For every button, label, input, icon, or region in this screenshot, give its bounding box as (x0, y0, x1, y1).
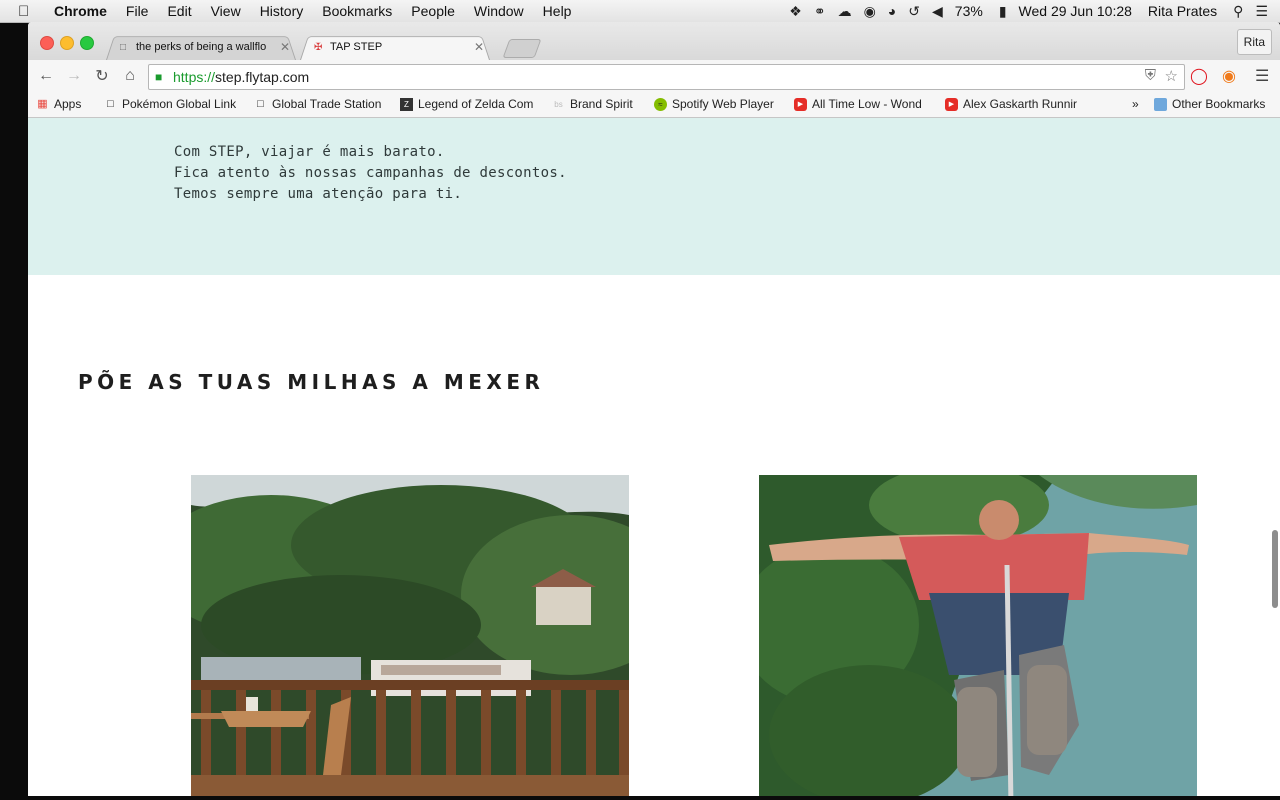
volume-icon[interactable]: ◀ (932, 3, 943, 20)
bookmark-other-bookmarks[interactable]: Other Bookmarks (1154, 97, 1278, 111)
spinner-icon[interactable]: ◕ (888, 3, 896, 19)
menu-clock[interactable]: Wed 29 Jun 10:28 (1019, 3, 1132, 19)
bookmark-spotify-web-player[interactable]: ≈ Spotify Web Player (654, 97, 784, 111)
page-scrollbar[interactable] (1272, 530, 1278, 608)
new-tab-button[interactable] (502, 39, 542, 58)
menu-file[interactable]: File (126, 3, 149, 19)
notification-center-icon[interactable]: ☰ (1255, 3, 1268, 20)
menu-edit[interactable]: Edit (167, 3, 191, 19)
spotlight-search-icon[interactable]: ⚲ (1233, 3, 1243, 20)
menu-app-name[interactable]: Chrome (54, 3, 107, 19)
tab-title: TAP STEP (330, 41, 383, 53)
eye-icon[interactable]: ◉ (864, 3, 876, 20)
fire-extension-icon[interactable]: ◉ (1222, 66, 1236, 86)
tab-title: the perks of being a wallflo (136, 41, 267, 53)
bookmark-brand-spirit[interactable]: bs Brand Spirit (552, 97, 644, 111)
menu-window[interactable]: Window (474, 3, 524, 19)
apple-menu-icon[interactable]:  (18, 3, 40, 20)
tab-close-icon[interactable]: ✕ (474, 40, 484, 54)
browser-toolbar: ← → ↻ ⌂ ■ https:// step.flytap.com ⛨ ☆ ◯… (28, 60, 1280, 92)
menu-user[interactable]: Rita Prates (1148, 3, 1217, 19)
battery-icon[interactable]: ▮ (999, 3, 1007, 20)
page-icon: □ (120, 41, 127, 53)
page-icon: □ (257, 97, 264, 110)
zoom-window-button[interactable] (80, 36, 94, 50)
promo-line: Com STEP, viajar é mais barato. (174, 144, 445, 160)
tab-wallflower[interactable]: □ the perks of being a wallflo ✕ (106, 34, 296, 60)
creative-cloud-icon[interactable]: ⚭ (814, 3, 826, 20)
page-icon: □ (107, 97, 114, 110)
menu-extras: ❖ ⚭ ☁ ◉ ◕ ↺ ◀ 73% ▮ Wed 29 Jun 10:28 Rit… (789, 0, 1280, 22)
youtube-icon: ▶ (794, 97, 807, 111)
terrace-valley-photo[interactable] (191, 475, 629, 796)
cloud-app-icon[interactable]: ☁ (838, 3, 852, 20)
back-arrow-icon[interactable]: ← (36, 67, 56, 85)
reload-icon[interactable]: ↻ (92, 66, 112, 86)
bookmark-legend-of-zelda[interactable]: Z Legend of Zelda Com (400, 97, 536, 111)
bungee-jump-photo[interactable] (759, 475, 1197, 796)
minimize-window-button[interactable] (60, 36, 74, 50)
dropbox-icon[interactable]: ❖ (789, 3, 802, 20)
browser-window: □ the perks of being a wallflo ✕ ✠ TAP S… (28, 22, 1280, 796)
zelda-icon: Z (400, 97, 413, 111)
url-scheme: https:// (173, 69, 216, 85)
youtube-icon: ▶ (945, 97, 958, 111)
tap-favicon-icon: ✠ (314, 41, 323, 53)
promo-line: Temos sempre uma atenção para ti. (174, 186, 463, 202)
profile-button[interactable]: Rita (1236, 29, 1272, 55)
section-title: PÕE AS TUAS MILHAS A MEXER (78, 370, 545, 394)
apps-grid-icon: ▦ (37, 97, 48, 110)
menu-history[interactable]: History (260, 3, 304, 19)
web-page: Com STEP, viajar é mais barato. Fica ate… (28, 118, 1280, 796)
menu-help[interactable]: Help (543, 3, 572, 19)
close-window-button[interactable] (40, 36, 54, 50)
tab-close-icon[interactable]: ✕ (280, 40, 290, 54)
folder-icon (1154, 97, 1167, 111)
bookmarks-overflow-chevron[interactable]: » (1132, 97, 1146, 111)
address-bar[interactable]: ■ https:// step.flytap.com ⛨ ☆ (148, 64, 1185, 90)
opera-o-icon[interactable]: ◯ (1190, 66, 1208, 86)
macos-menu-bar:  Chrome File Edit View History Bookmark… (0, 0, 1280, 23)
secure-lock-icon[interactable]: ■ (155, 70, 169, 84)
tab-strip: □ the perks of being a wallflo ✕ ✠ TAP S… (28, 22, 1280, 60)
bs-icon: bs (554, 99, 563, 109)
bookmark-star-icon[interactable]: ☆ (1165, 67, 1178, 85)
menu-people[interactable]: People (411, 3, 455, 19)
bookmark-pokemon-global-link[interactable]: □ Pokémon Global Link (104, 97, 244, 111)
bookmark-global-trade-station[interactable]: □ Global Trade Station (254, 97, 394, 111)
shield-extension-icon[interactable]: ⛨ (1145, 67, 1156, 84)
bookmark-apps[interactable]: ▦ Apps (36, 97, 96, 111)
forward-arrow-icon[interactable]: → (64, 67, 84, 85)
tab-tap-step[interactable]: ✠ TAP STEP ✕ (300, 34, 490, 60)
menu-bookmarks[interactable]: Bookmarks (322, 3, 392, 19)
time-machine-icon[interactable]: ↺ (908, 3, 920, 20)
bookmarks-bar: ▦ Apps □ Pokémon Global Link □ Global Tr… (28, 92, 1280, 118)
home-icon[interactable]: ⌂ (120, 67, 140, 85)
bookmark-all-time-low[interactable]: ▶ All Time Low - Wond (794, 97, 930, 111)
spotify-icon: ≈ (654, 97, 667, 111)
chrome-menu-icon[interactable]: ☰ (1255, 66, 1269, 86)
promo-banner: Com STEP, viajar é mais barato. Fica ate… (28, 118, 1280, 275)
url-host: step.flytap.com (215, 69, 310, 85)
promo-line: Fica atento às nossas campanhas de desco… (174, 165, 567, 181)
battery-percentage[interactable]: 73% (955, 3, 983, 19)
bookmark-alex-gaskarth[interactable]: ▶ Alex Gaskarth Runnir (945, 97, 1080, 111)
menu-view[interactable]: View (211, 3, 241, 19)
